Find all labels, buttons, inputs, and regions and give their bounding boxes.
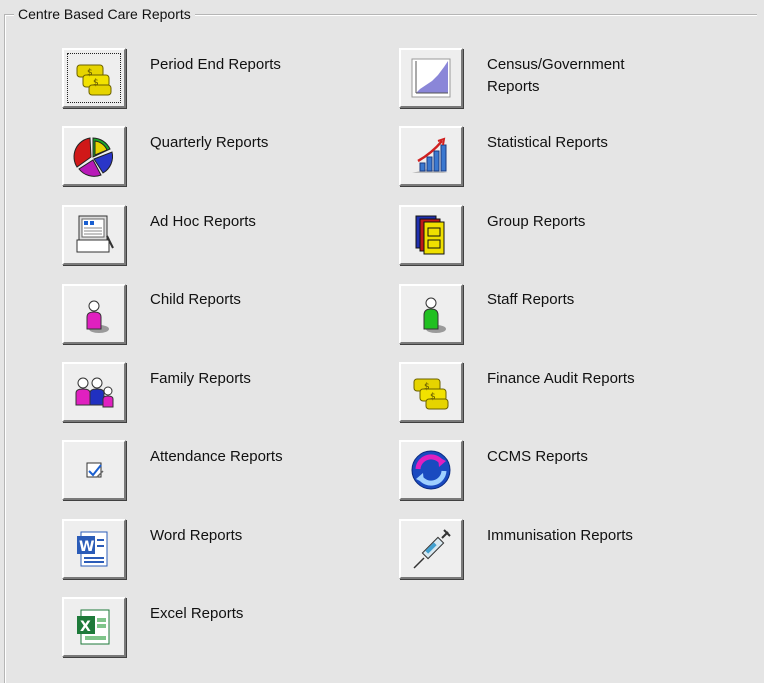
pie-chart-icon — [73, 137, 114, 177]
group-reports-label[interactable]: Group Reports — [487, 211, 585, 233]
quarterly-reports-label[interactable]: Quarterly Reports — [150, 132, 268, 154]
period-end-reports-label[interactable]: Period End Reports — [150, 54, 281, 76]
word-reports-button[interactable]: W — [62, 519, 126, 579]
family-people-icon — [75, 377, 114, 408]
ccms-reports-label[interactable]: CCMS Reports — [487, 446, 588, 468]
ccms-reports-button[interactable] — [399, 440, 463, 500]
immunisation-reports-label[interactable]: Immunisation Reports — [487, 525, 633, 547]
svg-text:$: $ — [424, 382, 430, 392]
svg-text:$: $ — [87, 68, 93, 78]
staff-reports-label[interactable]: Staff Reports — [487, 289, 574, 311]
finance-audit-reports-button[interactable]: $ $ — [399, 362, 463, 422]
staff-reports-button[interactable] — [399, 284, 463, 344]
census-label-line2: Reports — [487, 78, 540, 95]
attendance-reports-label[interactable]: Attendance Reports — [150, 446, 283, 468]
staff-person-icon — [423, 297, 446, 333]
census-government-reports-label[interactable]: Census/Government Reports — [487, 54, 625, 98]
svg-text:$: $ — [430, 392, 436, 402]
child-reports-button[interactable] — [62, 284, 126, 344]
computer-report-icon — [76, 215, 114, 253]
attendance-icon — [86, 462, 104, 478]
census-government-reports-button[interactable] — [399, 48, 463, 108]
svg-text:X: X — [80, 619, 91, 635]
money-icon: $ $ — [76, 64, 112, 96]
svg-text:$: $ — [93, 78, 99, 88]
immunisation-reports-button[interactable] — [399, 519, 463, 579]
area-chart-icon — [411, 58, 451, 98]
statistical-reports-label[interactable]: Statistical Reports — [487, 132, 608, 154]
period-end-reports-button[interactable]: $ $ — [62, 48, 126, 108]
child-reports-label[interactable]: Child Reports — [150, 289, 241, 311]
group-folders-icon — [415, 215, 445, 255]
bar-chart-icon — [412, 137, 448, 173]
excel-reports-button[interactable]: X — [62, 597, 126, 657]
syringe-icon — [413, 529, 451, 569]
ad-hoc-reports-label[interactable]: Ad Hoc Reports — [150, 211, 256, 233]
finance-audit-reports-label[interactable]: Finance Audit Reports — [487, 368, 635, 390]
excel-reports-label[interactable]: Excel Reports — [150, 603, 243, 625]
family-reports-label[interactable]: Family Reports — [150, 368, 251, 390]
census-label-line1: Census/Government — [487, 56, 625, 73]
svg-text:W: W — [79, 539, 94, 555]
word-document-icon: W — [77, 531, 108, 567]
quarterly-reports-button[interactable] — [62, 126, 126, 186]
excel-spreadsheet-icon: X — [77, 609, 110, 645]
ad-hoc-reports-button[interactable] — [62, 205, 126, 265]
sync-arrows-icon — [411, 450, 451, 490]
groupbox-title: Centre Based Care Reports — [14, 6, 195, 22]
statistical-reports-button[interactable] — [399, 126, 463, 186]
family-reports-button[interactable] — [62, 362, 126, 422]
money-icon: $ $ — [413, 378, 449, 410]
word-reports-label[interactable]: Word Reports — [150, 525, 242, 547]
child-person-icon — [86, 300, 109, 333]
report-groupbox — [4, 14, 757, 683]
group-reports-button[interactable] — [399, 205, 463, 265]
attendance-reports-button[interactable] — [62, 440, 126, 500]
